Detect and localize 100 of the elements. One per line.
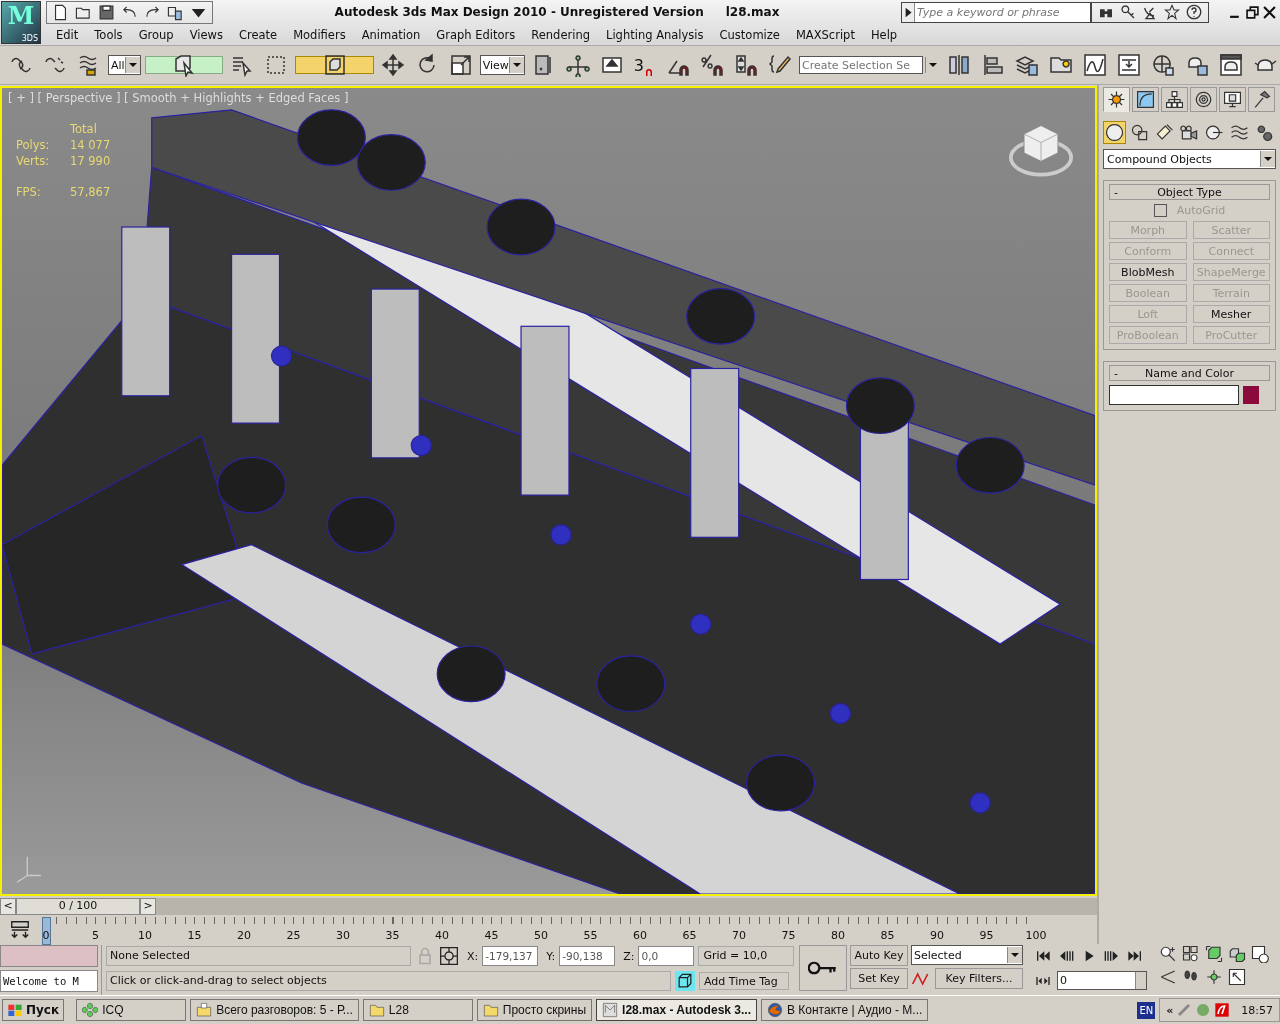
coordinate-field[interactable]: -90,138 — [559, 946, 616, 966]
zoom-extents-icon[interactable] — [1205, 945, 1223, 963]
star-icon[interactable] — [1164, 4, 1180, 20]
cursor-box-icon[interactable] — [144, 56, 224, 74]
timeline-tick-label: 100 — [1025, 929, 1047, 943]
cube-icon[interactable] — [675, 971, 695, 991]
zoom-extents-all-icon[interactable] — [1228, 945, 1246, 963]
set-keys-button[interactable] — [799, 945, 847, 991]
folder-icon — [482, 1002, 499, 1018]
set-key-button[interactable]: Set Key — [850, 968, 908, 989]
script-listener-output[interactable]: Welcome to M — [0, 970, 98, 992]
menu-item[interactable]: MAXScript — [787, 27, 863, 42]
timeline-tick-label: 5 — [92, 929, 99, 943]
taskbar-button[interactable]: Просто скрины — [476, 999, 593, 1021]
dropdown[interactable]: All — [108, 55, 141, 75]
menu-item[interactable]: Tools — [86, 27, 131, 42]
color-swatch[interactable] — [1243, 386, 1259, 404]
crosshair-icon[interactable] — [439, 946, 459, 966]
current-frame-field[interactable]: 0 — [1057, 971, 1147, 990]
script-listener-field[interactable] — [0, 945, 98, 967]
taskbar-button[interactable]: В Контакте | Аудио - М... — [761, 999, 929, 1021]
hammer-tab[interactable] — [1248, 87, 1275, 112]
menu-item[interactable]: Edit — [48, 27, 87, 42]
taskbar-button[interactable]: ICQ — [76, 999, 187, 1021]
coordinate-field[interactable]: -179,137 — [482, 946, 539, 966]
rings-tab[interactable] — [1190, 87, 1217, 112]
tray-expand-button[interactable]: « — [1166, 1003, 1174, 1017]
close-icon[interactable] — [1263, 5, 1276, 19]
category-dropdown[interactable]: Compound Objects — [1103, 149, 1276, 169]
help-icon[interactable] — [1186, 4, 1202, 20]
application-button[interactable]: M 3DS — [1, 1, 41, 44]
timeline-tick-label: 65 — [682, 929, 697, 943]
folder-icon — [368, 1002, 385, 1018]
name-field[interactable] — [1109, 385, 1239, 405]
current-frame-marker — [42, 917, 51, 946]
menu-item[interactable]: Create — [230, 27, 286, 42]
named-selection-field[interactable]: Create Selection Se — [799, 56, 923, 74]
expand-icon[interactable] — [902, 2, 915, 22]
restore-icon[interactable] — [1246, 5, 1259, 19]
field-of-view-icon[interactable] — [1159, 968, 1177, 986]
dashed-cube-icon[interactable] — [295, 56, 374, 74]
object-type-button[interactable]: Mesher — [1192, 305, 1270, 323]
dropdown[interactable]: View — [479, 55, 525, 75]
spinner-icon — [1135, 972, 1146, 989]
timeline-tick-label: 15 — [187, 929, 202, 943]
timeline-tick-label: 10 — [138, 929, 152, 943]
coordinate-field[interactable]: 0,0 — [638, 946, 695, 966]
start-button[interactable]: Пуск — [2, 999, 65, 1021]
caret-icon — [508, 57, 524, 73]
stats-label: Polys: — [16, 137, 51, 153]
menu-item[interactable]: Modifiers — [285, 27, 354, 42]
zoom-icon[interactable] — [1159, 945, 1177, 963]
timeline-tick-label: 50 — [534, 929, 548, 943]
menu-item[interactable]: Graph Editors — [428, 27, 524, 42]
arc-tab[interactable] — [1132, 87, 1159, 112]
chat-folder-icon — [196, 1002, 213, 1018]
app-logo-icon — [602, 1002, 619, 1018]
zoom-all-icon[interactable] — [1182, 945, 1200, 963]
timeline-tick-label: 40 — [435, 929, 449, 943]
maximize-viewport-icon[interactable] — [1228, 968, 1246, 986]
timeline-tick-label: 90 — [930, 929, 944, 943]
taskbar-button[interactable]: l28.max - Autodesk 3... — [596, 999, 757, 1021]
snap-toggle[interactable]: 3 — [630, 49, 659, 81]
stats-value: 14 077 — [70, 137, 111, 153]
language-indicator[interactable]: EN — [1137, 1001, 1156, 1019]
orbit-icon[interactable] — [1205, 968, 1223, 986]
coordinate-label: Z: — [623, 949, 635, 963]
menu-item[interactable]: Rendering — [523, 27, 598, 42]
menu-item[interactable]: Group — [130, 27, 182, 42]
taskbar-button[interactable]: Всего разговоров: 5 - Р... — [190, 999, 359, 1021]
sun-tab[interactable] — [1103, 87, 1130, 112]
time-configuration-icon[interactable] — [1251, 945, 1269, 963]
key-icon[interactable] — [1120, 4, 1136, 20]
timeline-tick-label: 55 — [583, 929, 598, 943]
menu-item[interactable]: Lighting Analysis — [598, 27, 712, 42]
menu-item[interactable]: Views — [181, 27, 231, 42]
timeline-tick-label: 70 — [732, 929, 746, 943]
flower-icon — [82, 1002, 99, 1018]
object-type-button[interactable]: BlobMesh — [1109, 263, 1187, 281]
menu-item[interactable]: Animation — [353, 27, 429, 42]
save-disk-icon[interactable] — [96, 2, 117, 22]
taskbar-button[interactable]: L28 — [362, 999, 473, 1021]
timeline-tick-label: 75 — [781, 929, 796, 943]
hierarchy-tab[interactable] — [1161, 87, 1188, 112]
rollout-header[interactable]: - Name and Color — [1109, 365, 1270, 381]
sphere-icon[interactable] — [1103, 121, 1126, 144]
rollout-header[interactable]: - Object Type — [1109, 184, 1270, 200]
menu-item[interactable]: Customize — [711, 27, 788, 42]
monitor-tab[interactable] — [1219, 87, 1246, 112]
key-mode-dropdown[interactable]: Selected — [911, 945, 1023, 965]
key-filters-button[interactable]: Key Filters... — [935, 968, 1023, 989]
file-name: l28.max — [725, 5, 780, 19]
coordinate-label: X: — [467, 949, 479, 963]
search-field[interactable]: Type a keyword or phrase — [901, 1, 1091, 23]
menu-item[interactable]: Help — [862, 27, 906, 42]
add-time-tag-button[interactable]: Add Time Tag — [699, 972, 789, 990]
auto-key-button[interactable]: Auto Key — [850, 945, 908, 966]
timeline-tick-label: 0 — [42, 929, 50, 943]
timeline-tick-label: 80 — [831, 929, 845, 943]
fps-label: FPS: — [16, 184, 42, 200]
